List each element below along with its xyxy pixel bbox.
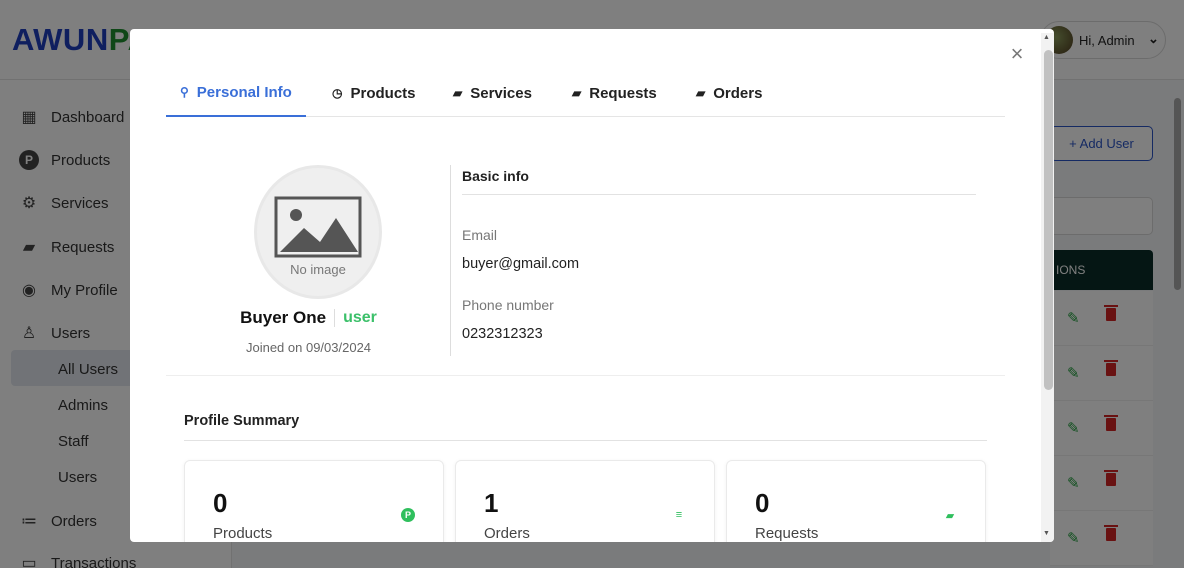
email-label: Email [462,227,498,243]
scrollbar-thumb[interactable] [1044,50,1053,390]
tab-orders[interactable]: ▰ Orders [696,69,762,117]
user-details-modal: × ⚲ Personal Info ◷ Products ▰ Services … [130,29,1054,542]
divider [184,440,987,441]
product-badge-icon: P [401,508,415,522]
email-value: buyer@gmail.com [462,256,580,272]
message-icon: ▰ [572,86,582,100]
basic-info-section: Basic info Email buyer@gmail.com Phone n… [462,165,976,342]
tab-label: Products [350,84,416,102]
profile-avatar-placeholder: No image [254,165,382,299]
tab-services[interactable]: ▰ Services [453,69,532,117]
divider [166,375,1005,376]
profile-card: No image Buyer One user Joined on 09/03/… [166,149,451,375]
summary-card-products: 0 Products P [184,460,444,542]
divider [450,165,451,356]
user-edit-icon: ⚲ [180,85,189,99]
role-badge: user [343,309,377,326]
phone-label: Phone number [462,297,554,313]
joined-date: Joined on 09/03/2024 [245,340,372,355]
tab-label: Requests [589,84,657,102]
basic-info-title: Basic info [462,165,976,195]
close-icon[interactable]: × [1007,43,1027,65]
summary-card-orders: 1 Orders ≡ [455,460,715,542]
tab-label: Personal Info [196,83,292,101]
no-image-label: No image [290,262,346,277]
summary-label: Products [213,525,273,542]
modal-tabs: ⚲ Personal Info ◷ Products ▰ Services ▰ … [166,69,1005,117]
chat-icon: ▰ [945,509,955,522]
message-icon: ▰ [453,86,463,100]
tab-personal-info[interactable]: ⚲ Personal Info [166,69,306,117]
list-icon: ≡ [675,509,683,521]
tab-label: Services [470,84,532,102]
summary-label: Orders [484,525,530,542]
summary-value: 1 [484,488,499,518]
summary-value: 0 [755,488,770,518]
profile-name: Buyer One [240,308,327,327]
tab-requests[interactable]: ▰ Requests [572,69,657,117]
scroll-up-icon[interactable]: ▲ [1043,34,1050,41]
profile-summary-title: Profile Summary [184,413,300,429]
summary-label: Requests [755,525,819,542]
image-placeholder-icon [274,196,362,258]
message-icon: ▰ [696,86,706,100]
profile-name-row: Buyer One user [166,308,451,328]
scroll-down-icon[interactable]: ▼ [1043,530,1050,537]
tab-label: Orders [713,84,763,102]
clock-icon: ◷ [332,86,343,100]
tab-products[interactable]: ◷ Products [332,69,416,117]
phone-value: 0232312323 [462,326,543,342]
divider [334,309,336,327]
modal-scrollbar[interactable]: ▲ ▼ [1041,33,1054,542]
summary-card-requests: 0 Requests ▰ [726,460,986,542]
summary-value: 0 [213,488,228,518]
